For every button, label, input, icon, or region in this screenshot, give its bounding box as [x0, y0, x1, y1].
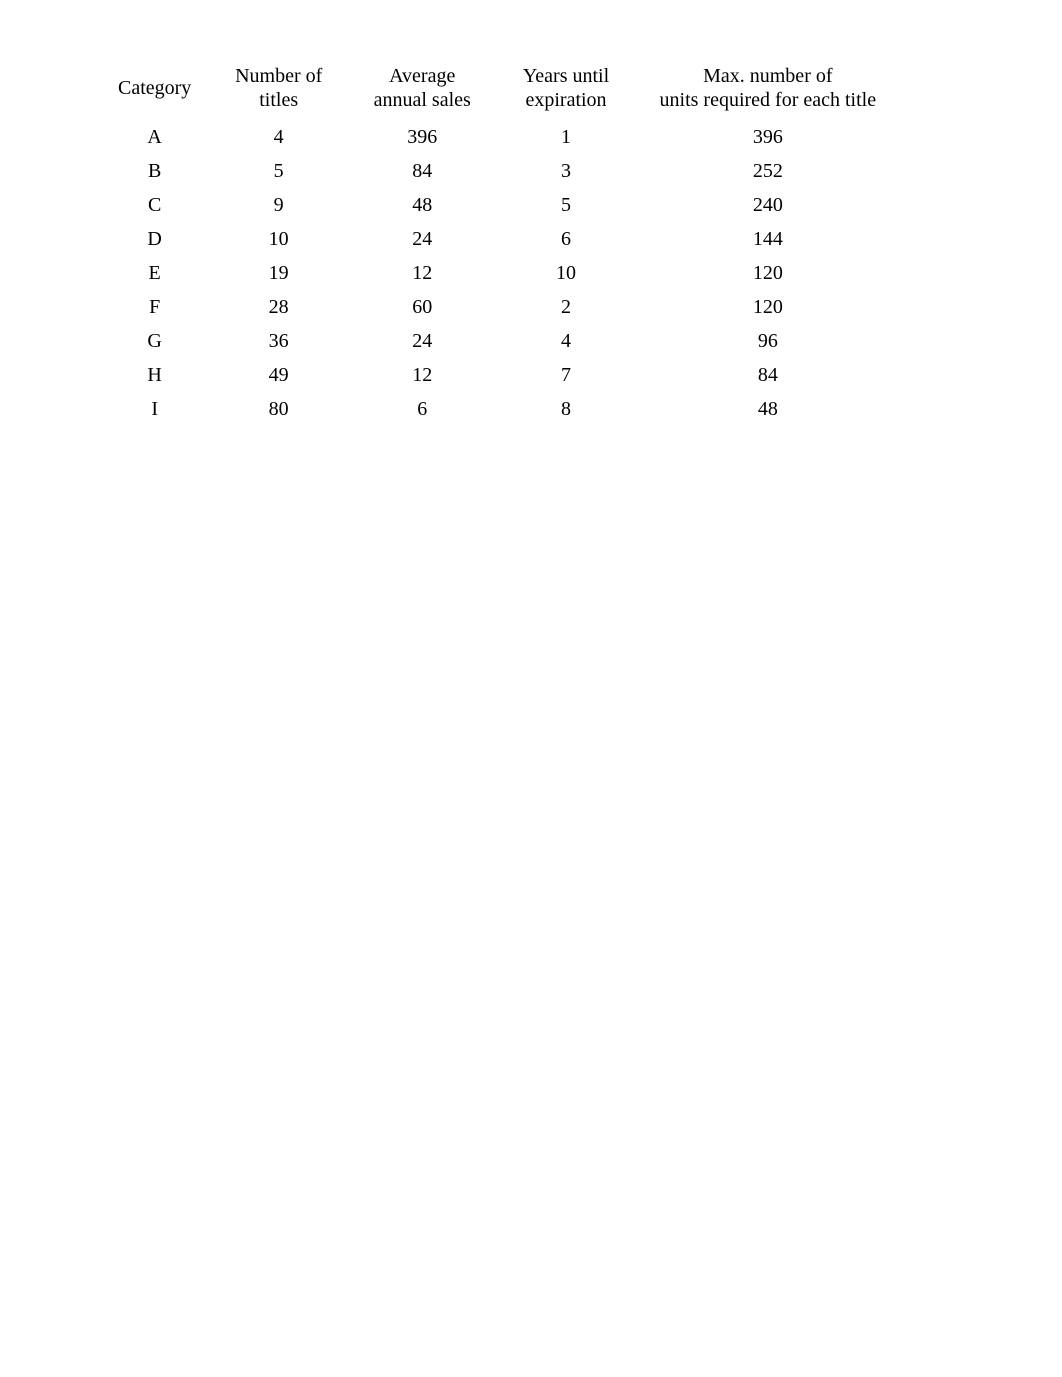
header-sales-line2: annual sales — [374, 89, 471, 111]
cell-years: 2 — [496, 290, 635, 324]
cell-category: I — [100, 392, 209, 426]
table-row: H 49 12 7 84 — [100, 358, 900, 392]
header-sales: Average annual sales — [348, 60, 496, 120]
cell-titles: 36 — [209, 324, 348, 358]
cell-titles: 28 — [209, 290, 348, 324]
cell-titles: 5 — [209, 154, 348, 188]
cell-years: 8 — [496, 392, 635, 426]
cell-years: 3 — [496, 154, 635, 188]
header-maxunits-line2: units required for each title — [660, 89, 877, 111]
cell-maxunits: 48 — [636, 392, 900, 426]
cell-maxunits: 144 — [636, 222, 900, 256]
table-row: E 19 12 10 120 — [100, 256, 900, 290]
header-years-line1: Years until — [523, 65, 609, 87]
table-row: G 36 24 4 96 — [100, 324, 900, 358]
cell-years: 6 — [496, 222, 635, 256]
header-titles: Number of titles — [209, 60, 348, 120]
table-row: B 5 84 3 252 — [100, 154, 900, 188]
cell-maxunits: 120 — [636, 256, 900, 290]
header-row: Category Number of titles Average annual… — [100, 60, 900, 120]
cell-titles: 80 — [209, 392, 348, 426]
table-row: F 28 60 2 120 — [100, 290, 900, 324]
cell-maxunits: 240 — [636, 188, 900, 222]
cell-maxunits: 120 — [636, 290, 900, 324]
cell-titles: 49 — [209, 358, 348, 392]
cell-category: B — [100, 154, 209, 188]
cell-sales: 60 — [348, 290, 496, 324]
cell-sales: 84 — [348, 154, 496, 188]
table-row: I 80 6 8 48 — [100, 392, 900, 426]
cell-years: 10 — [496, 256, 635, 290]
cell-category: E — [100, 256, 209, 290]
cell-sales: 12 — [348, 358, 496, 392]
cell-category: A — [100, 120, 209, 154]
cell-category: F — [100, 290, 209, 324]
cell-titles: 19 — [209, 256, 348, 290]
cell-category: H — [100, 358, 209, 392]
table-body: A 4 396 1 396 B 5 84 3 252 C 9 48 5 240 … — [100, 120, 900, 426]
table-row: C 9 48 5 240 — [100, 188, 900, 222]
header-maxunits: Max. number of units required for each t… — [636, 60, 900, 120]
cell-sales: 24 — [348, 324, 496, 358]
cell-sales: 396 — [348, 120, 496, 154]
cell-maxunits: 396 — [636, 120, 900, 154]
header-years-line2: expiration — [525, 89, 606, 111]
cell-titles: 10 — [209, 222, 348, 256]
table-row: A 4 396 1 396 — [100, 120, 900, 154]
header-sales-line1: Average — [389, 65, 455, 87]
cell-sales: 24 — [348, 222, 496, 256]
cell-years: 7 — [496, 358, 635, 392]
header-maxunits-line1: Max. number of — [703, 65, 832, 87]
cell-years: 5 — [496, 188, 635, 222]
cell-sales: 6 — [348, 392, 496, 426]
cell-category: C — [100, 188, 209, 222]
cell-sales: 12 — [348, 256, 496, 290]
cell-titles: 9 — [209, 188, 348, 222]
table-header: Category Number of titles Average annual… — [100, 60, 900, 120]
cell-years: 1 — [496, 120, 635, 154]
cell-sales: 48 — [348, 188, 496, 222]
header-titles-line2: titles — [259, 89, 298, 111]
header-years: Years until expiration — [496, 60, 635, 120]
header-titles-line1: Number of — [235, 65, 322, 87]
cell-maxunits: 84 — [636, 358, 900, 392]
cell-category: G — [100, 324, 209, 358]
header-category-line1: Category — [118, 77, 191, 99]
header-category: Category — [100, 60, 209, 120]
cell-maxunits: 252 — [636, 154, 900, 188]
cell-maxunits: 96 — [636, 324, 900, 358]
data-table: Category Number of titles Average annual… — [100, 60, 900, 426]
cell-years: 4 — [496, 324, 635, 358]
cell-titles: 4 — [209, 120, 348, 154]
table-row: D 10 24 6 144 — [100, 222, 900, 256]
cell-category: D — [100, 222, 209, 256]
